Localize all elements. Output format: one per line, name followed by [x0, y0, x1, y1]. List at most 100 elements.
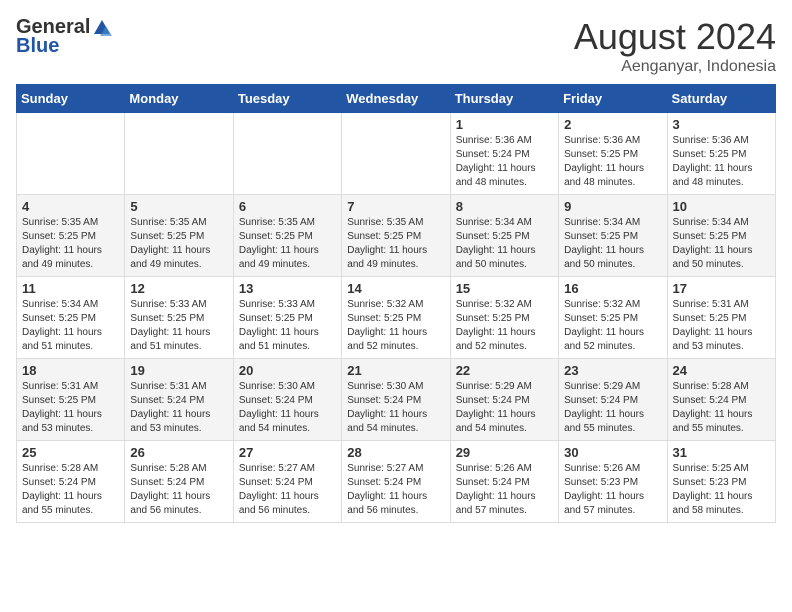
calendar-cell: 26 Sunrise: 5:28 AM Sunset: 5:24 PM Dayli… — [125, 441, 233, 523]
calendar-cell: 21 Sunrise: 5:30 AM Sunset: 5:24 PM Dayli… — [342, 359, 450, 441]
day-info: Sunrise: 5:32 AM Sunset: 5:25 PM Dayligh… — [564, 298, 661, 354]
day-info: Sunrise: 5:34 AM Sunset: 5:25 PM Dayligh… — [456, 216, 553, 272]
calendar-cell: 7 Sunrise: 5:35 AM Sunset: 5:25 PM Daylig… — [342, 195, 450, 277]
day-number: 26 — [130, 445, 227, 460]
calendar-cell: 28 Sunrise: 5:27 AM Sunset: 5:24 PM Dayli… — [342, 441, 450, 523]
calendar-week-row: 18Sunrise: 5:31 AM Sunset: 5:25 PM Dayli… — [17, 359, 776, 441]
day-number: 27 — [239, 445, 336, 460]
day-header-thursday: Thursday — [450, 85, 558, 113]
page-header: General Blue August 2024 Aenganyar, Indo… — [16, 16, 776, 76]
calendar-cell: 16 Sunrise: 5:32 AM Sunset: 5:25 PM Dayli… — [559, 277, 667, 359]
title-area: August 2024 Aenganyar, Indonesia — [574, 16, 776, 76]
day-number: 5 — [130, 199, 227, 214]
day-header-friday: Friday — [559, 85, 667, 113]
calendar-cell: 9Sunrise: 5:34 AM Sunset: 5:25 PM Daylig… — [559, 195, 667, 277]
day-number: 11 — [22, 281, 119, 296]
day-number: 23 — [564, 363, 661, 378]
day-info: Sunrise: 5:36 AM Sunset: 5:24 PM Dayligh… — [456, 134, 553, 190]
day-number: 8 — [456, 199, 553, 214]
calendar-cell: 18Sunrise: 5:31 AM Sunset: 5:25 PM Dayli… — [17, 359, 125, 441]
day-number: 3 — [673, 117, 770, 132]
day-info: Sunrise: 5:26 AM Sunset: 5:23 PM Dayligh… — [564, 462, 661, 518]
calendar-cell: 8 Sunrise: 5:34 AM Sunset: 5:25 PM Daylig… — [450, 195, 558, 277]
day-number: 9 — [564, 199, 661, 214]
day-number: 21 — [347, 363, 444, 378]
day-info: Sunrise: 5:30 AM Sunset: 5:24 PM Dayligh… — [239, 380, 336, 436]
calendar-cell: 30 Sunrise: 5:26 AM Sunset: 5:23 PM Dayli… — [559, 441, 667, 523]
day-number: 22 — [456, 363, 553, 378]
day-info: Sunrise: 5:25 AM Sunset: 5:23 PM Dayligh… — [673, 462, 770, 518]
day-header-monday: Monday — [125, 85, 233, 113]
calendar-week-row: 1 Sunrise: 5:36 AM Sunset: 5:24 PM Daylig… — [17, 113, 776, 195]
day-number: 17 — [673, 281, 770, 296]
calendar-cell: 11 Sunrise: 5:34 AM Sunset: 5:25 PM Dayli… — [17, 277, 125, 359]
day-number: 28 — [347, 445, 444, 460]
day-number: 7 — [347, 199, 444, 214]
calendar-cell: 2 Sunrise: 5:36 AM Sunset: 5:25 PM Daylig… — [559, 113, 667, 195]
calendar-header-row: SundayMondayTuesdayWednesdayThursdayFrid… — [17, 85, 776, 113]
day-info: Sunrise: 5:35 AM Sunset: 5:25 PM Dayligh… — [347, 216, 444, 272]
day-number: 19 — [130, 363, 227, 378]
day-number: 1 — [456, 117, 553, 132]
calendar-cell: 6Sunrise: 5:35 AM Sunset: 5:25 PM Daylig… — [233, 195, 341, 277]
calendar-cell: 24 Sunrise: 5:28 AM Sunset: 5:24 PM Dayli… — [667, 359, 775, 441]
day-number: 12 — [130, 281, 227, 296]
day-number: 31 — [673, 445, 770, 460]
day-number: 30 — [564, 445, 661, 460]
calendar-cell: 31 Sunrise: 5:25 AM Sunset: 5:23 PM Dayli… — [667, 441, 775, 523]
day-number: 4 — [22, 199, 119, 214]
day-info: Sunrise: 5:27 AM Sunset: 5:24 PM Dayligh… — [347, 462, 444, 518]
logo: General Blue — [16, 16, 112, 58]
calendar-week-row: 4 Sunrise: 5:35 AM Sunset: 5:25 PM Daylig… — [17, 195, 776, 277]
day-info: Sunrise: 5:28 AM Sunset: 5:24 PM Dayligh… — [22, 462, 119, 518]
day-info: Sunrise: 5:27 AM Sunset: 5:24 PM Dayligh… — [239, 462, 336, 518]
day-number: 29 — [456, 445, 553, 460]
day-number: 14 — [347, 281, 444, 296]
calendar-cell: 17 Sunrise: 5:31 AM Sunset: 5:25 PM Dayli… — [667, 277, 775, 359]
day-number: 16 — [564, 281, 661, 296]
day-number: 13 — [239, 281, 336, 296]
calendar-cell: 5 Sunrise: 5:35 AM Sunset: 5:25 PM Daylig… — [125, 195, 233, 277]
day-number: 20 — [239, 363, 336, 378]
month-year-title: August 2024 — [574, 16, 776, 58]
day-info: Sunrise: 5:30 AM Sunset: 5:24 PM Dayligh… — [347, 380, 444, 436]
day-number: 6 — [239, 199, 336, 214]
day-info: Sunrise: 5:33 AM Sunset: 5:25 PM Dayligh… — [239, 298, 336, 354]
calendar-week-row: 25Sunrise: 5:28 AM Sunset: 5:24 PM Dayli… — [17, 441, 776, 523]
day-header-sunday: Sunday — [17, 85, 125, 113]
calendar-cell — [342, 113, 450, 195]
calendar-cell: 19 Sunrise: 5:31 AM Sunset: 5:24 PM Dayli… — [125, 359, 233, 441]
day-number: 2 — [564, 117, 661, 132]
calendar-cell: 23 Sunrise: 5:29 AM Sunset: 5:24 PM Dayli… — [559, 359, 667, 441]
day-info: Sunrise: 5:29 AM Sunset: 5:24 PM Dayligh… — [564, 380, 661, 436]
day-info: Sunrise: 5:33 AM Sunset: 5:25 PM Dayligh… — [130, 298, 227, 354]
day-info: Sunrise: 5:26 AM Sunset: 5:24 PM Dayligh… — [456, 462, 553, 518]
calendar-cell: 1 Sunrise: 5:36 AM Sunset: 5:24 PM Daylig… — [450, 113, 558, 195]
day-info: Sunrise: 5:29 AM Sunset: 5:24 PM Dayligh… — [456, 380, 553, 436]
calendar-cell: 12 Sunrise: 5:33 AM Sunset: 5:25 PM Dayli… — [125, 277, 233, 359]
day-info: Sunrise: 5:35 AM Sunset: 5:25 PM Dayligh… — [130, 216, 227, 272]
calendar-cell: 20 Sunrise: 5:30 AM Sunset: 5:24 PM Dayli… — [233, 359, 341, 441]
calendar-cell: 25Sunrise: 5:28 AM Sunset: 5:24 PM Dayli… — [17, 441, 125, 523]
day-info: Sunrise: 5:31 AM Sunset: 5:25 PM Dayligh… — [22, 380, 119, 436]
day-info: Sunrise: 5:28 AM Sunset: 5:24 PM Dayligh… — [673, 380, 770, 436]
calendar-cell: 22 Sunrise: 5:29 AM Sunset: 5:24 PM Dayli… — [450, 359, 558, 441]
day-info: Sunrise: 5:36 AM Sunset: 5:25 PM Dayligh… — [564, 134, 661, 190]
day-info: Sunrise: 5:31 AM Sunset: 5:24 PM Dayligh… — [130, 380, 227, 436]
day-info: Sunrise: 5:34 AM Sunset: 5:25 PM Dayligh… — [22, 298, 119, 354]
logo-icon — [92, 18, 112, 38]
calendar-cell: 4Sunrise: 5:35 AM Sunset: 5:25 PM Daylig… — [17, 195, 125, 277]
day-number: 10 — [673, 199, 770, 214]
day-header-saturday: Saturday — [667, 85, 775, 113]
calendar-cell: 10Sunrise: 5:34 AM Sunset: 5:25 PM Dayli… — [667, 195, 775, 277]
calendar-table: SundayMondayTuesdayWednesdayThursdayFrid… — [16, 84, 776, 523]
day-info: Sunrise: 5:36 AM Sunset: 5:25 PM Dayligh… — [673, 134, 770, 190]
day-info: Sunrise: 5:28 AM Sunset: 5:24 PM Dayligh… — [130, 462, 227, 518]
calendar-week-row: 11 Sunrise: 5:34 AM Sunset: 5:25 PM Dayli… — [17, 277, 776, 359]
calendar-cell: 13 Sunrise: 5:33 AM Sunset: 5:25 PM Dayli… — [233, 277, 341, 359]
day-info: Sunrise: 5:31 AM Sunset: 5:25 PM Dayligh… — [673, 298, 770, 354]
location-subtitle: Aenganyar, Indonesia — [574, 58, 776, 76]
calendar-cell: 29 Sunrise: 5:26 AM Sunset: 5:24 PM Dayli… — [450, 441, 558, 523]
day-number: 24 — [673, 363, 770, 378]
day-info: Sunrise: 5:32 AM Sunset: 5:25 PM Dayligh… — [456, 298, 553, 354]
